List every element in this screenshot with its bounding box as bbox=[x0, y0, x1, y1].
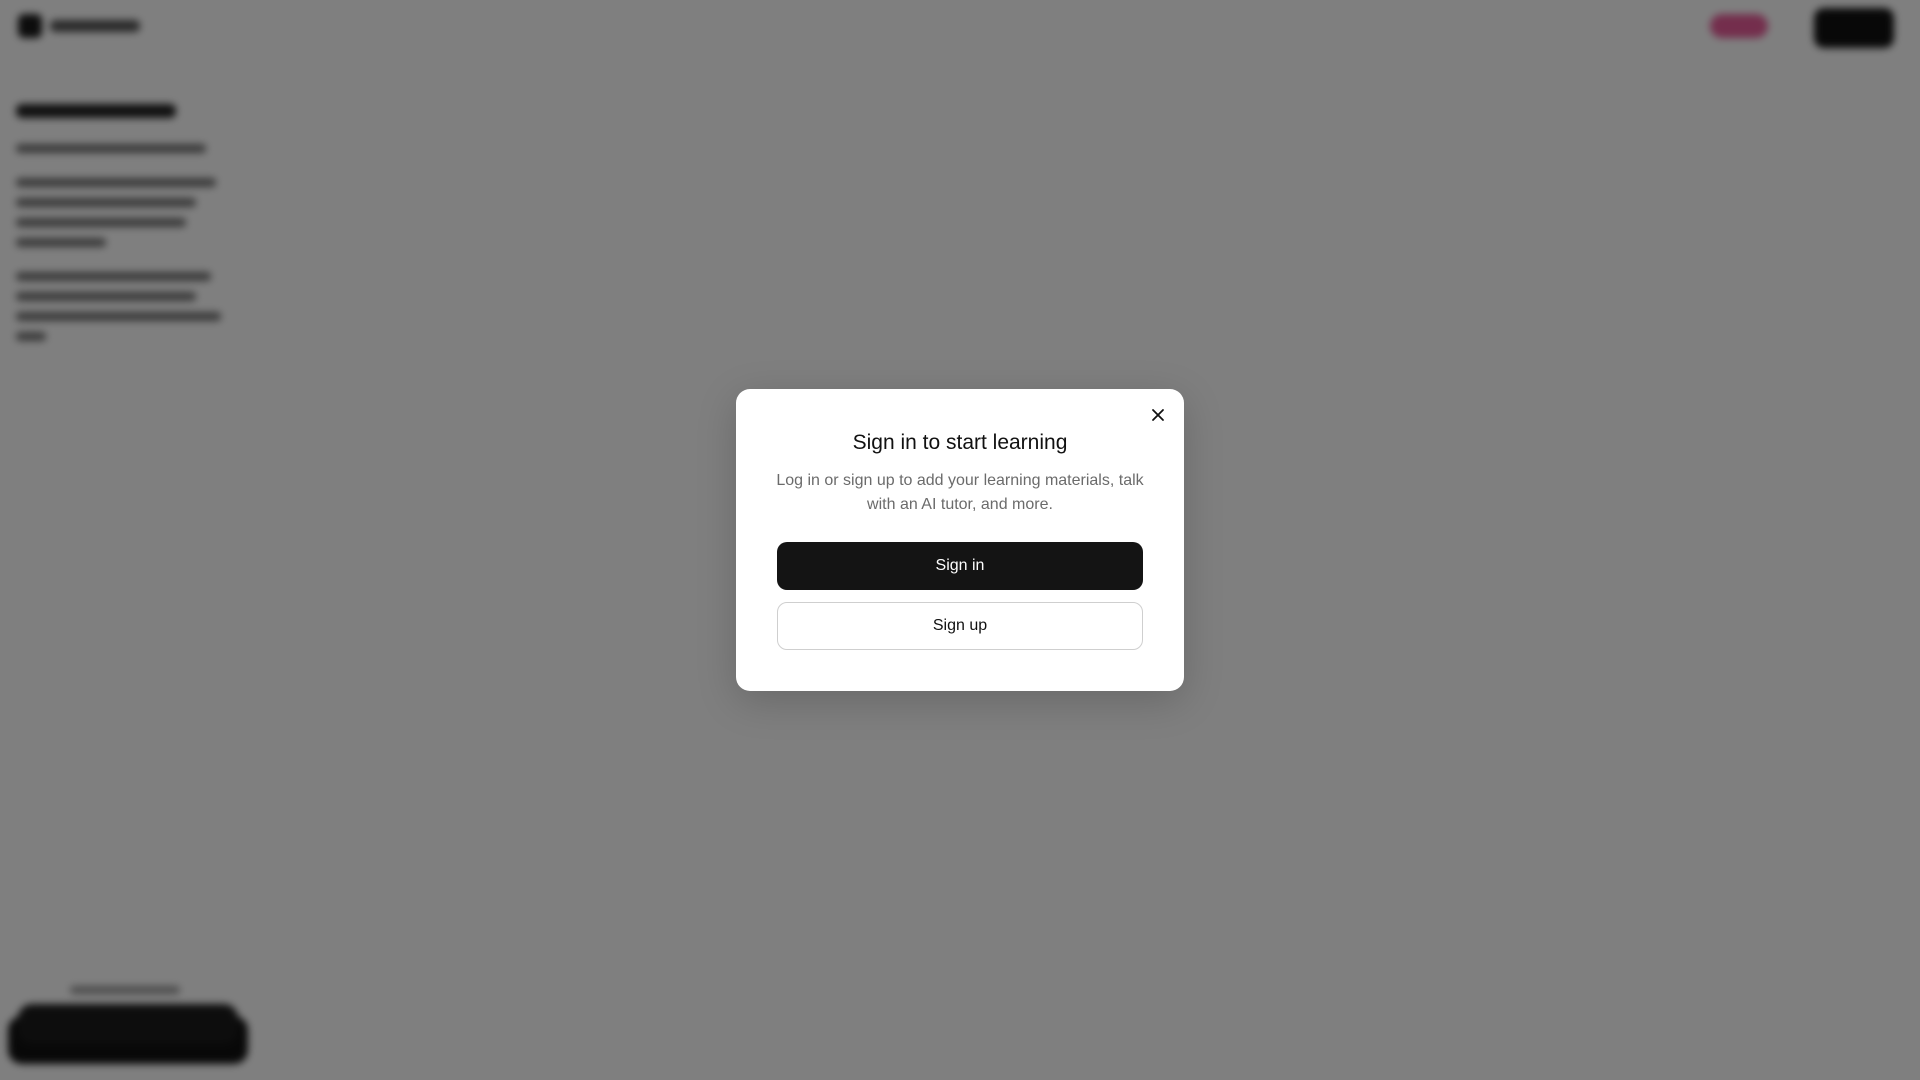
modal-title: Sign in to start learning bbox=[852, 431, 1068, 454]
sign-up-button[interactable]: Sign up bbox=[777, 602, 1143, 650]
close-icon bbox=[1151, 408, 1165, 422]
sign-in-button[interactable]: Sign in bbox=[777, 542, 1143, 590]
modal-description: Log in or sign up to add your learning m… bbox=[776, 472, 1144, 513]
close-button[interactable] bbox=[1146, 403, 1170, 427]
sign-in-modal: Sign in to start learning Log in or sign… bbox=[736, 389, 1184, 691]
